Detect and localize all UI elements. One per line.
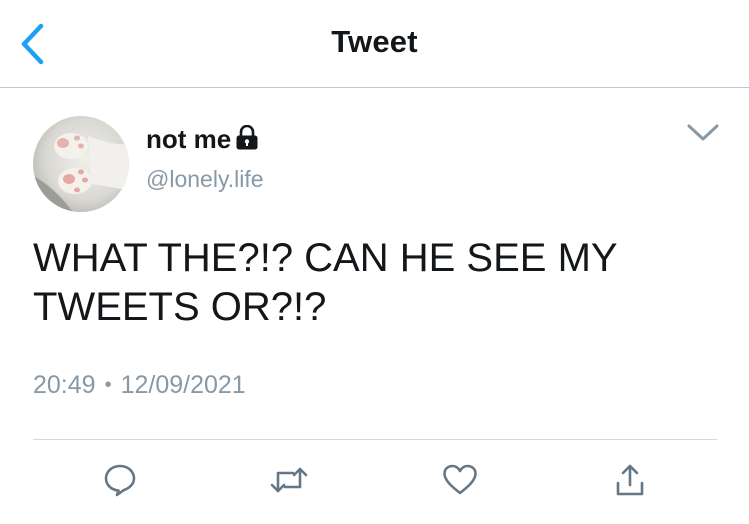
tweet-actions-bar: [0, 460, 749, 500]
like-button[interactable]: [438, 460, 482, 500]
retweet-icon: [270, 467, 308, 493]
navigation-bar: Tweet: [0, 0, 749, 88]
retweet-button[interactable]: [267, 460, 311, 500]
tweet-menu-button[interactable]: [682, 118, 724, 148]
avatar-image: [33, 116, 129, 212]
display-name: not me: [146, 124, 232, 154]
divider: [33, 439, 717, 440]
separator-dot: •: [104, 374, 112, 396]
share-button[interactable]: [608, 460, 652, 500]
speech-bubble-icon: [104, 464, 136, 497]
tweet-card: not me @lonely.life WHAT THE?!? CAN HE S…: [0, 88, 749, 524]
reply-button[interactable]: [98, 460, 142, 500]
lock-icon: [236, 124, 258, 149]
tweet-time: 20:49: [33, 371, 96, 399]
heart-icon: [443, 464, 477, 495]
tweet-text: WHAT THE?!? CAN HE SEE MY TWEETS OR?!?: [33, 236, 618, 329]
share-icon: [616, 464, 644, 496]
page-title: Tweet: [331, 24, 418, 59]
chevron-down-icon: [687, 124, 719, 141]
tweet-date: 12/09/2021: [120, 371, 246, 399]
tweet-detail-screen: Tweet not me @lonely.life WHAT THE?!? CA…: [0, 0, 749, 524]
avatar[interactable]: [33, 116, 129, 212]
author-name-row[interactable]: not me: [146, 124, 259, 155]
tweet-timestamp: 20:49 • 12/09/2021: [33, 371, 246, 400]
author-handle[interactable]: @lonely.life: [146, 166, 264, 193]
